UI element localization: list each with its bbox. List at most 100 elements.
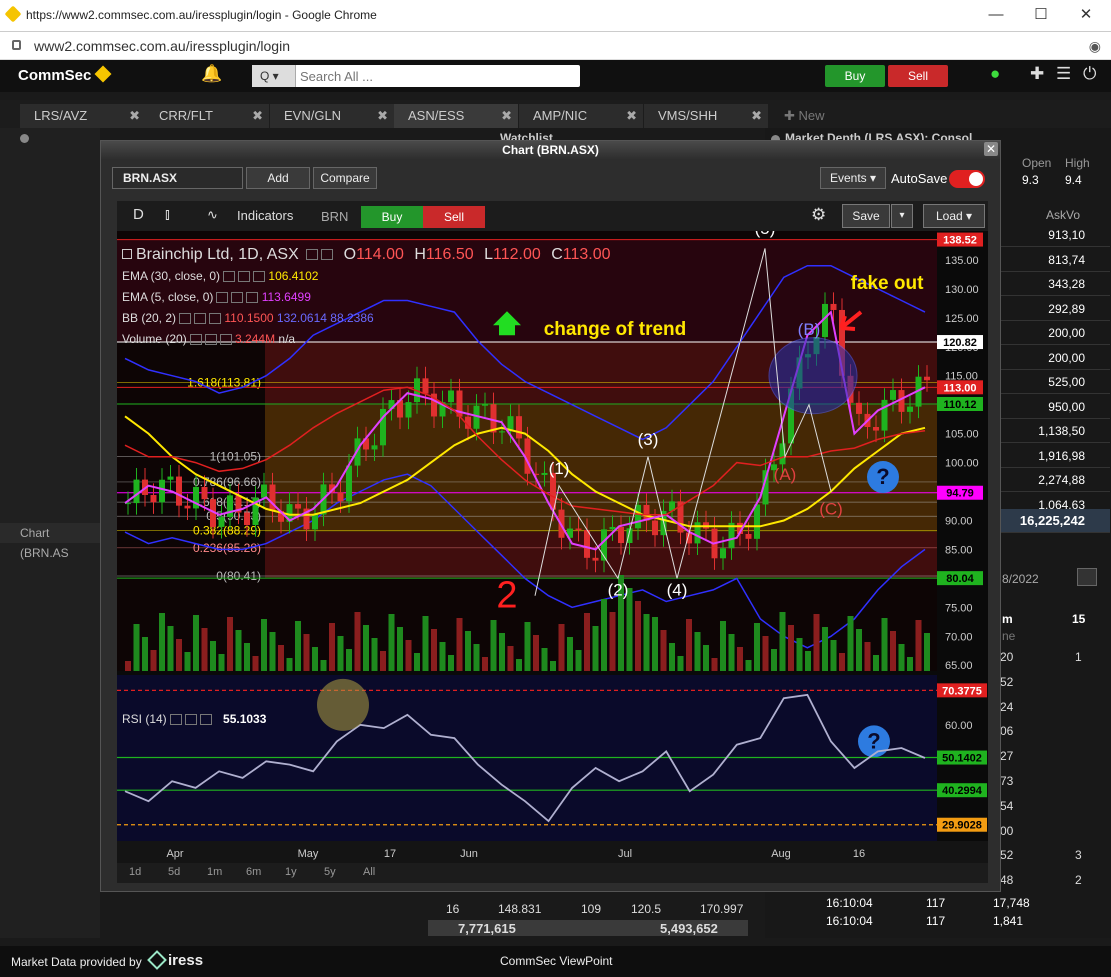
volume-bar (805, 651, 811, 671)
close-window-button[interactable]: ✕ (1066, 4, 1106, 26)
range-bar: 1d 5d 1m 6m 1y 5y All (117, 863, 988, 883)
chart-sell-button[interactable]: Sell (423, 206, 485, 228)
ema30-value: 106.4102 (268, 269, 319, 283)
save-dropdown-chevron-icon[interactable]: ▾ (891, 204, 913, 228)
tab-crr-flt[interactable]: CRR/FLT ✖ (145, 104, 269, 128)
autosave-toggle[interactable] (949, 170, 985, 188)
close-icon[interactable] (219, 334, 232, 346)
candle-type-icon[interactable]: ⫾ (165, 206, 170, 223)
chart-window-title[interactable]: Chart (BRN.ASX) (101, 141, 1000, 159)
ema30-legend[interactable]: EMA (30, close, 0) 106.4102 (122, 269, 318, 283)
buy-button[interactable]: Buy (825, 65, 885, 87)
load-dropdown[interactable]: Load ▾ (923, 204, 985, 228)
settings-icon[interactable] (169, 714, 182, 726)
commsec-logo[interactable]: CommSec (18, 65, 112, 84)
search-input[interactable] (300, 67, 570, 85)
bb-legend[interactable]: BB (20, 2) 110.1500 132.0614 88.2386 (122, 311, 374, 325)
side-chart-label[interactable]: Chart (BRN.AS (0, 523, 100, 560)
close-tab-icon[interactable]: ✖ (501, 104, 512, 128)
close-tab-icon[interactable]: ✖ (751, 104, 762, 128)
volume-bar (762, 636, 769, 671)
browser-title: https://www2.commsec.com.au/iressplugin/… (26, 8, 377, 22)
chart-buy-button[interactable]: Buy (361, 206, 423, 228)
volume-bar (847, 616, 854, 671)
settings-icon[interactable] (306, 249, 319, 261)
tab-asn-ess[interactable]: ASN/ESS ✖ (394, 104, 518, 128)
range-5d[interactable]: 5d (168, 866, 180, 878)
askvol-row: 200,00 (1000, 346, 1110, 370)
ema5-legend[interactable]: EMA (5, close, 0) 113.6499 (122, 290, 311, 304)
range-5y[interactable]: 5y (324, 866, 336, 878)
settings-icon[interactable] (194, 313, 207, 325)
save-button[interactable]: Save (842, 204, 890, 228)
sell-button[interactable]: Sell (888, 65, 948, 87)
maximize-button[interactable]: ☐ (1021, 4, 1061, 26)
settings-icon[interactable] (216, 292, 229, 304)
power-icon[interactable]: ⏻ (1083, 64, 1096, 84)
workspace-tabs: LRS/AVZ ✖ CRR/FLT ✖ EVN/GLN ✖ ASN/ESS ✖ AMP/… (0, 100, 1111, 128)
volume-bar (677, 656, 684, 671)
volume-legend[interactable]: Volume (20) 3.244M n/a (122, 332, 295, 346)
close-chart-window-button[interactable]: ✕ (984, 142, 998, 156)
close-icon[interactable] (246, 292, 259, 304)
bell-icon[interactable]: 🔔 (201, 64, 222, 84)
close-icon[interactable] (199, 714, 212, 726)
indicators-button[interactable]: Indicators (237, 208, 293, 223)
range-1y[interactable]: 1y (285, 866, 297, 878)
volume-bar (405, 640, 412, 671)
collapse-icon[interactable] (122, 249, 132, 259)
settings-icon[interactable] (189, 334, 202, 346)
settings-icon[interactable] (223, 271, 236, 283)
compare-button[interactable]: Compare (313, 167, 377, 189)
settings-icon[interactable] (238, 271, 251, 283)
rsi-tag-label: 29.9028 (942, 820, 982, 832)
volume-bar (652, 617, 658, 671)
close-tab-icon[interactable]: ✖ (129, 104, 140, 128)
indicators-icon[interactable]: ∿ (207, 207, 218, 223)
tab-label: LRS/AVZ (34, 108, 88, 123)
lightbulb-icon[interactable]: ● (990, 64, 1000, 84)
volume-bar (839, 653, 845, 671)
candle-body (133, 479, 140, 504)
close-icon[interactable] (209, 313, 222, 325)
range-6m[interactable]: 6m (246, 866, 261, 878)
close-tab-icon[interactable]: ✖ (252, 104, 263, 128)
rsi-legend[interactable]: RSI (14) 55.1033 (122, 712, 266, 726)
interval-selector[interactable]: D (133, 206, 144, 223)
symbol-input[interactable]: BRN.ASX (112, 167, 243, 189)
address-bar[interactable]: www2.commsec.com.au/iressplugin/login ◉ (0, 32, 1111, 60)
range-1d[interactable]: 1d (129, 866, 141, 878)
chart-plot-area[interactable]: 135.00130.00125.00120.00115.00110.00105.… (117, 201, 988, 883)
iress-logo-icon (147, 950, 167, 970)
settings-icon[interactable] (321, 249, 334, 261)
rsi-tag-label: 40.2994 (942, 785, 983, 797)
tab-vms-shh[interactable]: VMS/SHH ✖ (644, 104, 768, 128)
range-all[interactable]: All (363, 866, 375, 878)
menu-icon[interactable]: ☰ (1056, 64, 1071, 84)
events-dropdown[interactable]: Events ▾ (820, 167, 886, 189)
settings-icon[interactable] (184, 714, 197, 726)
settings-icon[interactable] (231, 292, 244, 304)
close-tab-icon[interactable]: ✖ (377, 104, 388, 128)
close-icon[interactable] (253, 271, 266, 283)
eye-icon[interactable]: ◉ (1089, 38, 1101, 55)
tab-amp-nic[interactable]: AMP/NIC ✖ (519, 104, 643, 128)
range-1m[interactable]: 1m (207, 866, 222, 878)
minimize-button[interactable]: — (976, 4, 1016, 26)
url-text[interactable]: www2.commsec.com.au/iressplugin/login (34, 38, 290, 54)
add-button[interactable]: Add (246, 167, 310, 189)
plus-icon[interactable]: ✚ (1030, 64, 1044, 84)
chart-window[interactable]: Chart (BRN.ASX) ✕ BRN.ASX Add Compare Ev… (100, 140, 1001, 892)
calendar-icon[interactable] (1077, 568, 1097, 586)
search-type-dropdown[interactable]: Q ▾ (252, 65, 296, 87)
gear-icon[interactable]: ⚙ (811, 205, 826, 225)
close-tab-icon[interactable]: ✖ (626, 104, 637, 128)
new-tab-button[interactable]: ✚ New (770, 104, 840, 128)
tab-evn-gln[interactable]: EVN/GLN ✖ (270, 104, 394, 128)
open-value: 114.00 (356, 246, 404, 263)
help-mark: ? (867, 728, 880, 753)
tab-lrs-avz[interactable]: LRS/AVZ ✖ (20, 104, 146, 128)
settings-icon[interactable] (179, 313, 192, 325)
settings-icon[interactable] (204, 334, 217, 346)
summary-total-a: 7,771,615 (458, 921, 516, 936)
